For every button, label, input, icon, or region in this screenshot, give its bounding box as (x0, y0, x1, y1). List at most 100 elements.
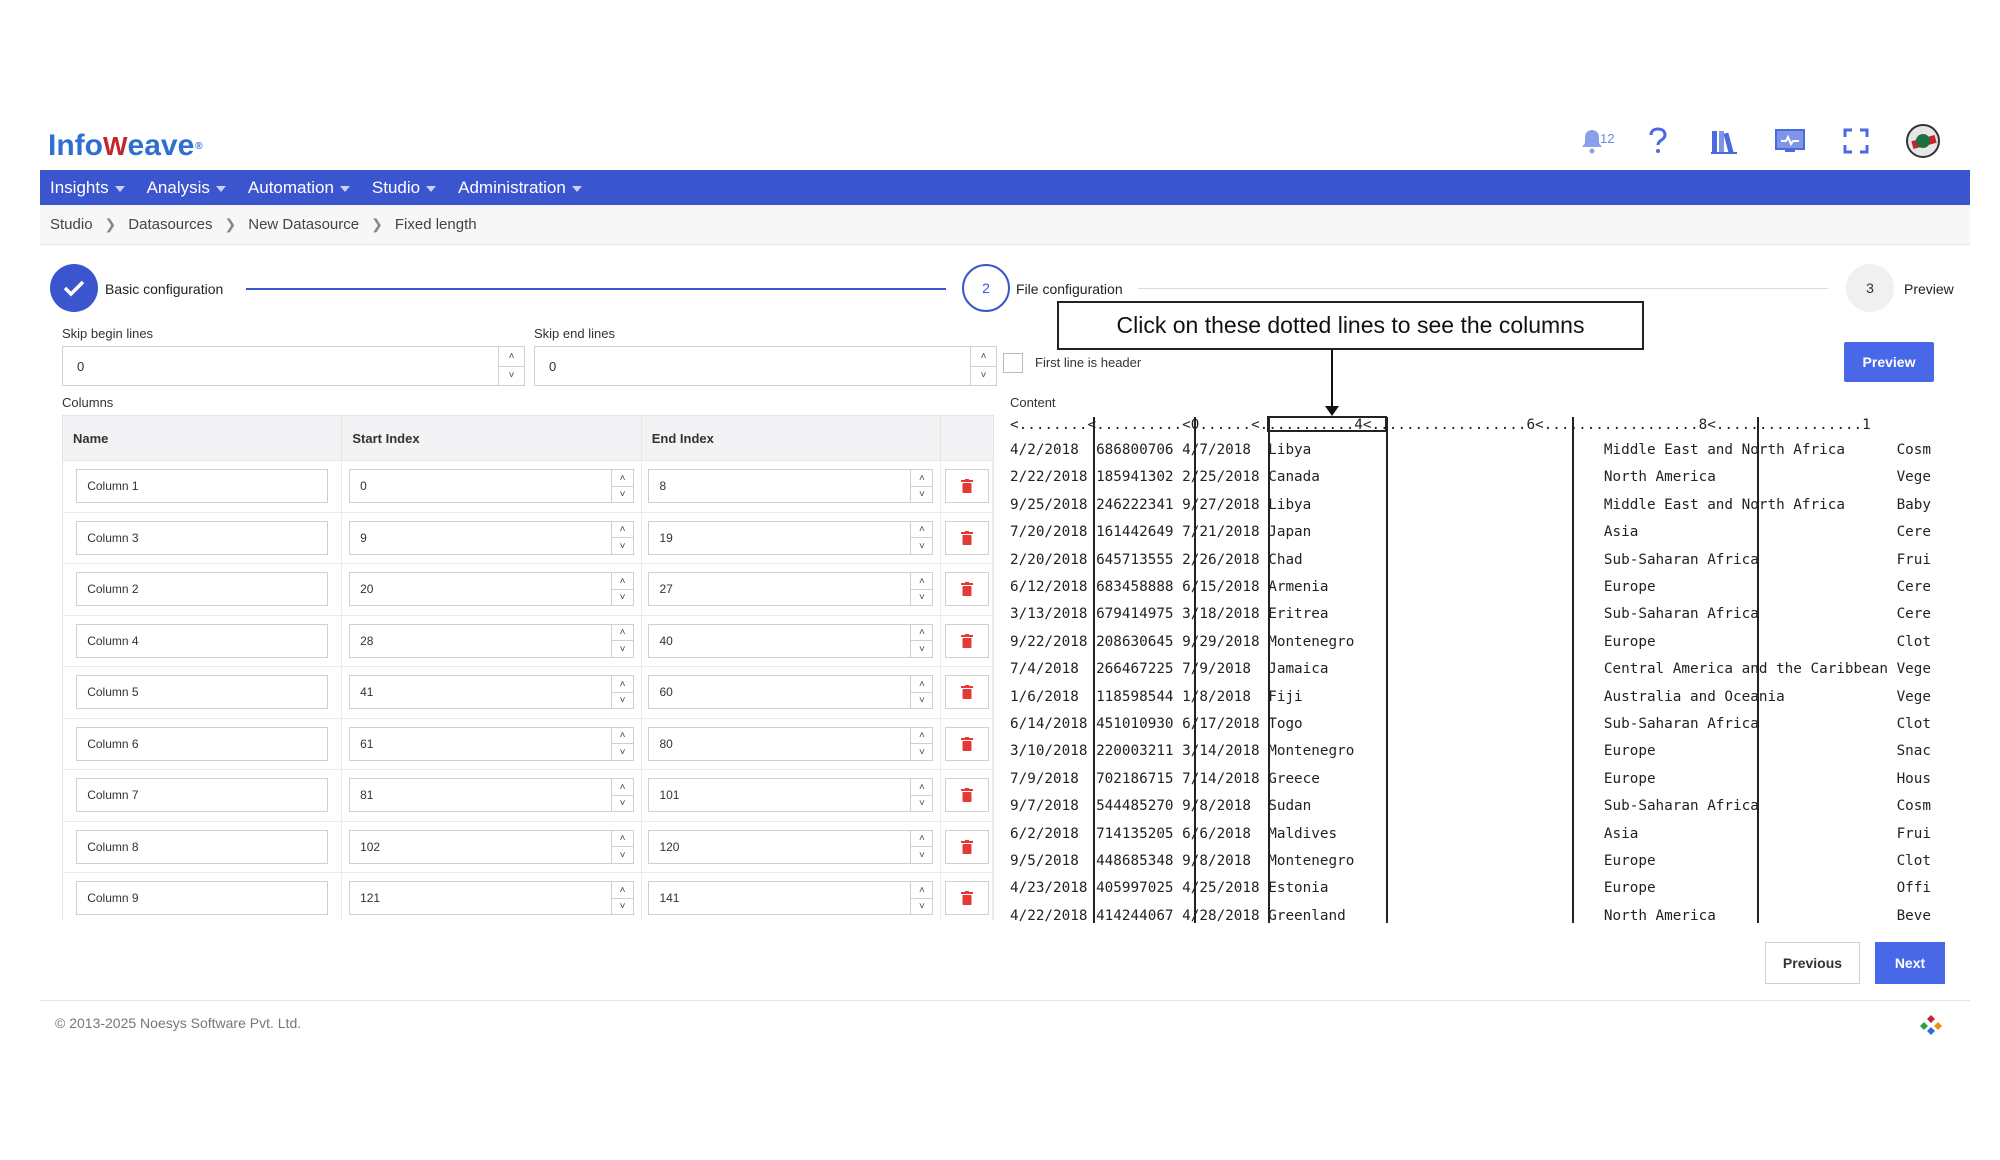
chevron-down-icon[interactable]: ˅ (911, 796, 932, 812)
chevron-down-icon[interactable]: ˅ (612, 487, 633, 503)
chevron-up-icon[interactable]: ˄ (612, 676, 634, 693)
nav-studio[interactable]: Studio (372, 178, 437, 198)
end-index-stepper[interactable]: ˄ ˅ (910, 573, 933, 606)
skip-end-input[interactable]: 0 ˄ ˅ (534, 346, 997, 386)
monitor-icon[interactable] (1774, 125, 1806, 157)
chevron-up-icon[interactable]: ˄ (911, 831, 933, 848)
end-index-input[interactable]: 60 ˄ ˅ (648, 675, 934, 710)
column-divider[interactable] (1572, 417, 1574, 923)
delete-row-button[interactable] (944, 675, 989, 710)
chevron-up-icon[interactable]: ˄ (911, 625, 933, 642)
chevron-down-icon[interactable]: ˅ (499, 367, 524, 386)
help-icon[interactable] (1642, 125, 1674, 157)
chevron-down-icon[interactable]: ˅ (911, 487, 932, 503)
chevron-up-icon[interactable]: ˄ (911, 470, 933, 487)
start-index-input[interactable]: 81 ˄ ˅ (349, 778, 635, 813)
chevron-up-icon[interactable]: ˄ (911, 573, 933, 590)
breadcrumb-datasources[interactable]: Datasources (128, 216, 212, 233)
chevron-down-icon[interactable]: ˅ (612, 899, 633, 915)
column-ruler[interactable]: <........<..........<0......<...........… (1010, 417, 1871, 437)
start-index-input[interactable]: 9 ˄ ˅ (349, 520, 635, 555)
delete-row-button[interactable] (944, 881, 989, 916)
column-name-input[interactable]: Column 5 (76, 675, 329, 710)
chevron-down-icon[interactable]: ˅ (612, 590, 633, 606)
chevron-down-icon[interactable]: ˅ (911, 641, 932, 657)
step-3-circle[interactable]: 3 (1846, 264, 1894, 312)
start-index-input[interactable]: 0 ˄ ˅ (349, 469, 635, 504)
end-index-stepper[interactable]: ˄ ˅ (910, 470, 933, 503)
next-button[interactable]: Next (1875, 942, 1945, 984)
end-index-input[interactable]: 141 ˄ ˅ (648, 881, 934, 916)
skip-begin-stepper[interactable]: ˄ ˅ (498, 347, 524, 385)
chevron-down-icon[interactable]: ˅ (612, 641, 633, 657)
end-index-stepper[interactable]: ˄ ˅ (910, 521, 933, 554)
start-index-stepper[interactable]: ˄ ˅ (611, 470, 634, 503)
column-divider[interactable] (1757, 417, 1759, 923)
start-index-input[interactable]: 121 ˄ ˅ (349, 881, 635, 916)
chevron-up-icon[interactable]: ˄ (612, 522, 634, 539)
end-index-stepper[interactable]: ˄ ˅ (910, 882, 933, 915)
column-name-input[interactable]: Column 7 (76, 778, 329, 813)
end-index-input[interactable]: 101 ˄ ˅ (648, 778, 934, 813)
chevron-up-icon[interactable]: ˄ (499, 347, 524, 367)
chevron-up-icon[interactable]: ˄ (612, 728, 634, 745)
end-index-stepper[interactable]: ˄ ˅ (910, 830, 933, 863)
delete-row-button[interactable] (944, 778, 989, 813)
chevron-down-icon[interactable]: ˅ (911, 847, 932, 863)
nav-insights[interactable]: Insights (50, 178, 125, 198)
end-index-input[interactable]: 19 ˄ ˅ (648, 520, 934, 555)
library-icon[interactable] (1708, 125, 1740, 157)
start-index-stepper[interactable]: ˄ ˅ (611, 882, 634, 915)
nav-automation[interactable]: Automation (248, 178, 350, 198)
column-name-input[interactable]: Column 1 (76, 469, 329, 504)
delete-row-button[interactable] (944, 726, 989, 761)
chevron-down-icon[interactable]: ˅ (612, 796, 633, 812)
end-index-input[interactable]: 8 ˄ ˅ (648, 469, 934, 504)
content-preview[interactable]: <........<..........<0......<...........… (1010, 417, 1945, 923)
start-index-stepper[interactable]: ˄ ˅ (611, 573, 634, 606)
end-index-stepper[interactable]: ˄ ˅ (910, 779, 933, 812)
chevron-up-icon[interactable]: ˄ (911, 882, 933, 899)
column-name-input[interactable]: Column 4 (76, 623, 329, 658)
preview-button[interactable]: Preview (1844, 342, 1934, 382)
chevron-down-icon[interactable]: ˅ (911, 590, 932, 606)
previous-button[interactable]: Previous (1765, 942, 1860, 984)
end-index-stepper[interactable]: ˄ ˅ (910, 676, 933, 709)
start-index-stepper[interactable]: ˄ ˅ (611, 521, 634, 554)
start-index-input[interactable]: 61 ˄ ˅ (349, 726, 635, 761)
start-index-stepper[interactable]: ˄ ˅ (611, 830, 634, 863)
chevron-up-icon[interactable]: ˄ (911, 522, 933, 539)
fullscreen-icon[interactable] (1840, 125, 1872, 157)
end-index-input[interactable]: 80 ˄ ˅ (648, 726, 934, 761)
start-index-stepper[interactable]: ˄ ˅ (611, 624, 634, 657)
chevron-down-icon[interactable]: ˅ (911, 693, 932, 709)
start-index-input[interactable]: 28 ˄ ˅ (349, 623, 635, 658)
breadcrumb-new-datasource[interactable]: New Datasource (248, 216, 359, 233)
step-1-circle[interactable] (50, 264, 98, 312)
chevron-up-icon[interactable]: ˄ (612, 470, 634, 487)
delete-row-button[interactable] (944, 829, 989, 864)
chevron-up-icon[interactable]: ˄ (971, 347, 996, 367)
chevron-down-icon[interactable]: ˅ (612, 693, 633, 709)
start-index-input[interactable]: 20 ˄ ˅ (349, 572, 635, 607)
nav-administration[interactable]: Administration (458, 178, 582, 198)
end-index-stepper[interactable]: ˄ ˅ (910, 727, 933, 760)
chevron-down-icon[interactable]: ˅ (911, 899, 932, 915)
delete-row-button[interactable] (944, 520, 989, 555)
chevron-up-icon[interactable]: ˄ (612, 831, 634, 848)
chevron-down-icon[interactable]: ˅ (971, 367, 996, 386)
chevron-up-icon[interactable]: ˄ (612, 625, 634, 642)
column-name-input[interactable]: Column 8 (76, 829, 329, 864)
column-name-input[interactable]: Column 3 (76, 520, 329, 555)
chevron-up-icon[interactable]: ˄ (612, 779, 634, 796)
start-index-input[interactable]: 41 ˄ ˅ (349, 675, 635, 710)
breadcrumb-studio[interactable]: Studio (50, 216, 93, 233)
column-divider[interactable] (1386, 417, 1388, 923)
step-2-circle[interactable]: 2 (962, 264, 1010, 312)
column-name-input[interactable]: Column 2 (76, 572, 329, 607)
skip-begin-input[interactable]: 0 ˄ ˅ (62, 346, 525, 386)
start-index-input[interactable]: 102 ˄ ˅ (349, 829, 635, 864)
column-divider[interactable] (1194, 417, 1196, 923)
chevron-up-icon[interactable]: ˄ (612, 882, 634, 899)
end-index-input[interactable]: 120 ˄ ˅ (648, 829, 934, 864)
